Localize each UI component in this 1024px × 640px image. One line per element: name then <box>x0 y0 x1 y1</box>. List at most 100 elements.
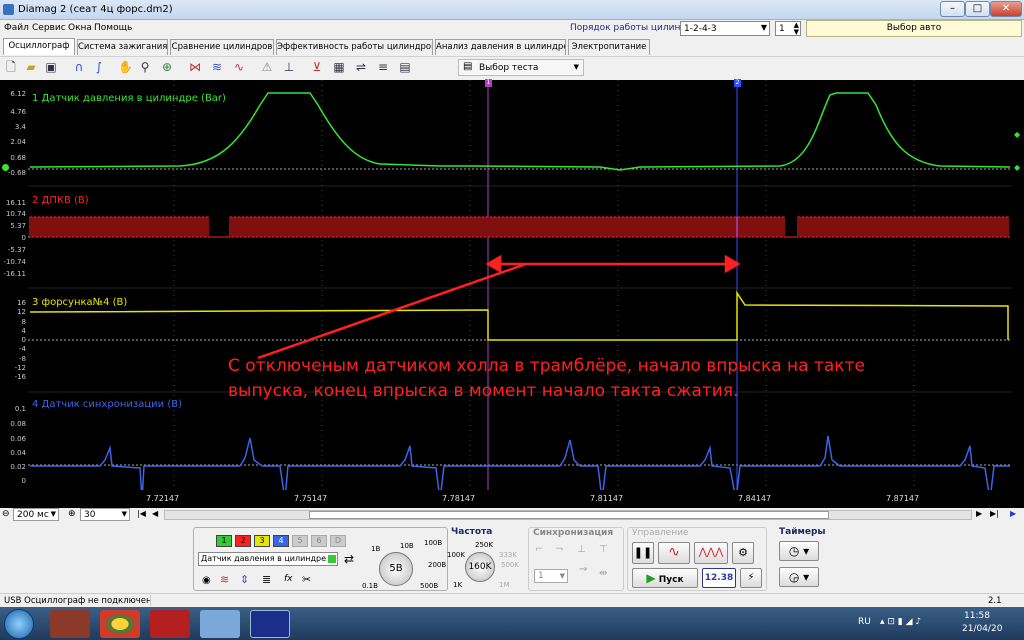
lines-icon[interactable]: ≡ <box>376 60 390 74</box>
frequency-knob[interactable]: 160K <box>465 552 495 582</box>
sine-wave-button[interactable]: ∿ <box>658 542 690 564</box>
menu-help[interactable]: Помощь <box>94 23 132 33</box>
eye-icon[interactable]: ◉ <box>202 575 211 586</box>
measure-icon[interactable]: ∩ <box>72 60 86 74</box>
language-indicator[interactable]: RU <box>858 617 871 627</box>
invert-icon[interactable]: ≋ <box>220 573 229 586</box>
menu-windows[interactable]: Окна <box>68 23 92 33</box>
next-icon[interactable]: ▶ <box>976 509 982 518</box>
channel-button-2[interactable]: 2 <box>235 535 251 547</box>
tab-pressure-analysis[interactable]: Анализ давления в цилиндре <box>435 39 566 55</box>
timer-1-button[interactable]: ◷ ▾ <box>779 541 819 561</box>
oscilloscope-panel[interactable]: ◆ ◆ 1 Датчик давления в цилиндре (Bar) 2… <box>0 79 1024 508</box>
tray-icons[interactable]: ▴ ⊡ ▮ ◢ ♪ <box>880 617 921 627</box>
time-tick: 7.75147 <box>294 494 328 503</box>
tab-ignition[interactable]: Система зажигания <box>77 39 168 55</box>
winrar-icon[interactable] <box>50 610 90 638</box>
volt-knob[interactable]: 5В <box>379 552 413 586</box>
pdf-reader-icon[interactable] <box>150 610 190 638</box>
filter-icon[interactable]: ⚠ <box>260 60 274 74</box>
document-icon[interactable]: ▤ <box>398 60 412 74</box>
save-icon[interactable]: ▣ <box>44 60 58 74</box>
curve-icon[interactable]: ∫ <box>92 60 106 74</box>
ch2-tick: -5.37 <box>7 246 26 254</box>
close-button[interactable]: ✕ <box>990 1 1022 17</box>
channel-button-d[interactable]: D <box>330 535 346 547</box>
channel-button-4[interactable]: 4 <box>273 535 289 547</box>
zoom-icon[interactable]: ⚲ <box>138 60 152 74</box>
function-icon[interactable]: fx <box>284 574 293 584</box>
channel-button-3[interactable]: 3 <box>254 535 270 547</box>
overlay-icon[interactable]: ∿ <box>232 60 246 74</box>
start-orb-icon[interactable] <box>4 609 34 639</box>
split-icon[interactable]: ⇌ <box>354 60 368 74</box>
ch2-tick: -10.74 <box>3 258 26 266</box>
auto-button[interactable]: ⚡ <box>740 568 762 588</box>
volt-scale-label: 10В <box>400 542 414 550</box>
sync-channel-select[interactable]: 1 ▼ <box>534 569 568 583</box>
channel-color-swatch[interactable] <box>328 555 336 563</box>
zoom-select[interactable]: 30 ▼ <box>80 508 130 521</box>
swap-icon[interactable]: ⇄ <box>344 552 354 566</box>
paint-icon[interactable] <box>200 610 240 638</box>
pulse-wave-button[interactable]: ⋀⋀⋀ <box>694 542 728 564</box>
scroll-track[interactable] <box>164 510 972 520</box>
channel-3-trace <box>29 290 1009 341</box>
marker-icon[interactable]: ⊻ <box>310 60 324 74</box>
sync-level-icon[interactable]: ⇝ <box>579 564 587 575</box>
tab-cylinder-compare[interactable]: Сравнение цилиндров <box>170 39 274 55</box>
tab-power[interactable]: Электропитание <box>568 39 650 55</box>
offset-icon[interactable]: ⇕ <box>240 573 249 586</box>
tab-cylinder-efficiency[interactable]: Эффективность работы цилиндров <box>276 39 433 55</box>
hand-icon[interactable]: ✋ <box>118 60 133 74</box>
ch1-tick: 4.76 <box>10 108 26 116</box>
lines-icon[interactable]: ≣ <box>262 573 271 586</box>
tab-oscilloscope[interactable]: Осциллограф <box>3 38 75 55</box>
timebase-select[interactable]: 200 мс ▼ <box>13 508 59 521</box>
rising-edge-icon[interactable]: ⌐ <box>535 544 543 555</box>
sync-auto-icon[interactable]: ⊤ <box>599 544 608 555</box>
falling-edge-icon[interactable]: ¬ <box>555 544 563 555</box>
minimize-button[interactable]: – <box>940 1 965 17</box>
channel-button-5[interactable]: 5 <box>292 535 308 547</box>
channel-1-offset-up-icon[interactable]: ◆ <box>1014 130 1020 139</box>
last-icon[interactable]: ▶| <box>990 509 999 518</box>
zoom-in-icon[interactable]: ⊕ <box>68 509 76 519</box>
open-folder-icon[interactable]: ▰ <box>24 60 38 74</box>
channel-button-6[interactable]: 6 <box>311 535 327 547</box>
chrome-icon[interactable] <box>100 610 140 638</box>
timer-2-button[interactable]: ◶ ▾ <box>779 567 819 587</box>
sync-single-icon[interactable]: ⊥ <box>577 544 586 555</box>
sync-icon[interactable]: ⊥ <box>282 60 296 74</box>
cylinder-number-spinner[interactable]: 1 ▲ ▼ <box>775 21 801 36</box>
cursor-icon[interactable]: ⊕ <box>160 60 174 74</box>
play-icon[interactable]: ▶ <box>1010 509 1016 518</box>
first-icon[interactable]: |◀ <box>137 509 146 518</box>
tools-icon[interactable]: ✂ <box>302 573 311 586</box>
maximize-button[interactable]: □ <box>965 1 990 17</box>
pause-button[interactable]: ❚❚ <box>632 542 654 564</box>
marker-2-label[interactable]: 2 <box>734 79 741 87</box>
channel-1-offset-down-icon[interactable]: ◆ <box>1014 163 1020 172</box>
table-icon[interactable]: ▦ <box>332 60 346 74</box>
scroll-thumb[interactable] <box>309 511 829 519</box>
freq-scale-label: 250K <box>475 541 493 549</box>
new-file-icon[interactable]: 🗋 <box>4 60 18 74</box>
diamag-taskbar-icon[interactable] <box>250 610 290 638</box>
marker-1-label[interactable]: 1 <box>485 79 492 87</box>
prev-icon[interactable]: ◀ <box>152 509 158 518</box>
cylinder-number-value: 1 <box>779 24 785 34</box>
menu-service[interactable]: Сервис <box>32 23 66 33</box>
record-settings-button[interactable]: ⚙ <box>732 542 754 564</box>
test-select[interactable]: ▤ Выбор теста ▼ <box>458 59 584 76</box>
zoom-out-icon[interactable]: ⊖ <box>2 509 10 519</box>
channel-name-input[interactable]: Датчик давления в цилиндре <box>198 552 338 566</box>
signal-icon[interactable]: ≋ <box>210 60 224 74</box>
cylinder-order-select[interactable]: 1-2-4-3 ▼ <box>680 21 770 36</box>
sync-move-icon[interactable]: ⇹ <box>599 568 607 579</box>
ignition-icon[interactable]: ⋈ <box>188 60 202 74</box>
start-button[interactable]: ▶ Пуск <box>632 568 698 588</box>
channel-button-1[interactable]: 1 <box>216 535 232 547</box>
auto-select-button[interactable]: Выбор авто <box>806 20 1022 37</box>
menu-file[interactable]: Файл <box>4 23 29 33</box>
